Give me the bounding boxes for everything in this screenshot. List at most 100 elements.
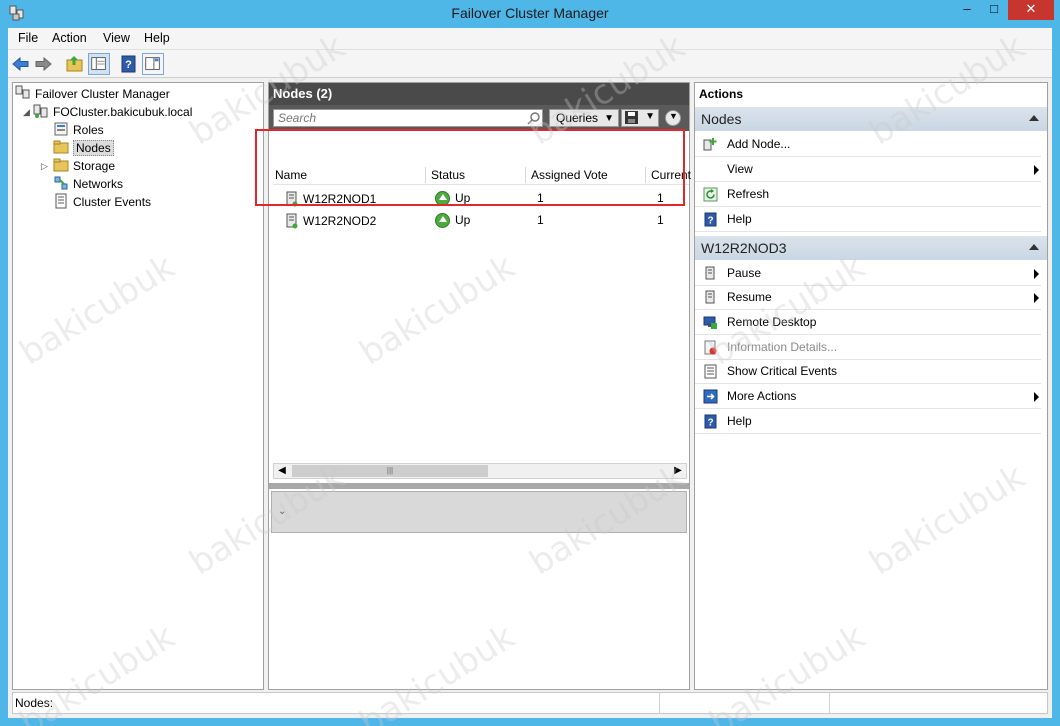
node-name: W12R2NOD2 [303,214,377,228]
tree-item-storage[interactable]: Storage [53,157,115,175]
actions-section-selected-node[interactable]: W12R2NOD3 [695,236,1047,260]
section-header-label: Nodes [701,111,742,127]
actions-title: Actions [699,87,744,101]
show-actions-pane-icon[interactable] [142,53,164,75]
add-node-icon [703,138,717,151]
pane-splitter[interactable] [269,483,689,489]
tree-item-nodes[interactable]: Nodes [53,139,114,157]
action-add-node[interactable]: Add Node... [695,133,1041,157]
tree-item-label: Cluster Events [73,195,152,209]
tree-item-label: Nodes [73,140,114,156]
roles-icon [54,122,68,136]
help-icon[interactable]: ? [118,53,140,75]
refresh-icon [703,187,718,202]
actions-section-nodes[interactable]: Nodes [695,107,1047,131]
navigation-tree: Failover Cluster Manager ◢ FOCluster.bak… [12,82,264,690]
menu-view[interactable]: View [103,31,130,45]
action-label: Help [727,212,752,226]
status-text: Up [455,213,471,227]
resume-node-icon [705,290,715,304]
scroll-left-icon[interactable]: ◀ [274,464,290,478]
save-query-button[interactable]: ▼ [621,109,659,127]
tree-item-cluster-events[interactable]: Cluster Events [53,193,151,211]
collapsed-icon[interactable]: ▷ [41,161,48,172]
submenu-arrow-icon [1034,269,1039,279]
action-label: Resume [727,290,772,304]
storage-icon [53,158,69,172]
menu-file[interactable]: File [18,31,38,45]
tree-root[interactable]: Failover Cluster Manager [15,85,170,103]
tree-item-networks[interactable]: Networks [53,175,123,193]
status-text: Nodes: [15,696,54,710]
status-bar: Nodes: [12,692,1048,714]
forward-arrow-icon[interactable] [32,53,54,75]
action-refresh[interactable]: Refresh [695,183,1041,207]
remote-desktop-icon [703,316,717,329]
search-bar: Queries ▼ ▼ ▼ [269,105,689,131]
critical-events-icon [704,364,717,379]
action-show-critical-events[interactable]: Show Critical Events [695,360,1041,384]
svg-text:?: ? [125,59,132,71]
action-label: View [727,162,753,176]
menu-bar: File Action View Help [8,28,1052,50]
action-resume[interactable]: Resume [695,286,1041,310]
tree-item-roles[interactable]: Roles [53,121,104,139]
tree-cluster[interactable]: FOCluster.bakicubuk.local [33,103,192,121]
action-label: Add Node... [727,137,791,151]
svg-text:?: ? [707,418,713,429]
action-remote-desktop[interactable]: Remote Desktop [695,311,1041,335]
action-label: Show Critical Events [727,364,838,378]
menu-action[interactable]: Action [52,31,87,45]
table-row[interactable]: W12R2NOD2 Up 1 1 [273,209,689,231]
information-details-icon [704,340,717,355]
horizontal-scrollbar[interactable]: ◀ ||| ▶ [273,463,687,479]
details-panel: ⌄ [271,491,687,533]
menu-help[interactable]: Help [144,31,170,45]
submenu-arrow-icon [1034,165,1039,175]
current-vote-cell: 1 [657,213,664,227]
expand-collapse-button[interactable]: ▼ [665,110,681,126]
action-label: Help [727,414,752,428]
action-help[interactable]: ? Help [695,208,1041,232]
node-name-cell: W12R2NOD2 [285,213,376,229]
back-arrow-icon[interactable] [10,53,32,75]
actions-pane: Actions Nodes Add Node... View Refresh ?… [694,82,1048,690]
save-icon [625,111,638,124]
server-node-icon [286,213,298,229]
assigned-vote-cell: 1 [537,213,544,227]
action-more-actions[interactable]: More Actions [695,385,1041,409]
maximize-button[interactable]: □ [981,0,1007,20]
action-pause[interactable]: Pause [695,262,1041,286]
search-icon[interactable] [527,111,541,125]
action-information-details[interactable]: Information Details... [695,336,1041,360]
scrollbar-thumb[interactable]: ||| [292,465,488,477]
expanded-icon[interactable]: ◢ [23,107,30,118]
close-button[interactable]: ✕ [1008,0,1054,20]
tree-cluster-label: FOCluster.bakicubuk.local [53,105,193,119]
highlight-annotation [255,129,685,206]
status-divider [659,693,660,713]
window-title: Failover Cluster Manager [451,5,609,21]
cluster-manager-icon [15,85,30,99]
chevron-down-icon: ▼ [669,111,678,121]
show-tree-icon[interactable] [88,53,110,75]
action-label: Pause [727,266,762,280]
scroll-right-icon[interactable]: ▶ [670,464,686,478]
collapse-icon[interactable] [1029,244,1039,250]
action-help-node[interactable]: ? Help [695,410,1041,434]
more-actions-icon [703,389,718,404]
queries-button[interactable]: Queries ▼ [549,109,619,127]
action-label: More Actions [727,389,797,403]
chevron-down-icon[interactable]: ⌄ [278,506,286,517]
action-label: Information Details... [727,340,838,354]
cluster-icon [33,104,48,118]
status-up-icon [435,213,450,228]
action-view[interactable]: View [695,158,1041,182]
title-bar: Failover Cluster Manager – □ ✕ [0,0,1060,28]
action-label: Remote Desktop [727,315,817,329]
queries-label: Queries [556,111,599,125]
collapse-icon[interactable] [1029,115,1039,121]
search-input[interactable] [273,109,543,127]
minimize-button[interactable]: – [954,0,980,20]
up-folder-icon[interactable] [64,53,86,75]
